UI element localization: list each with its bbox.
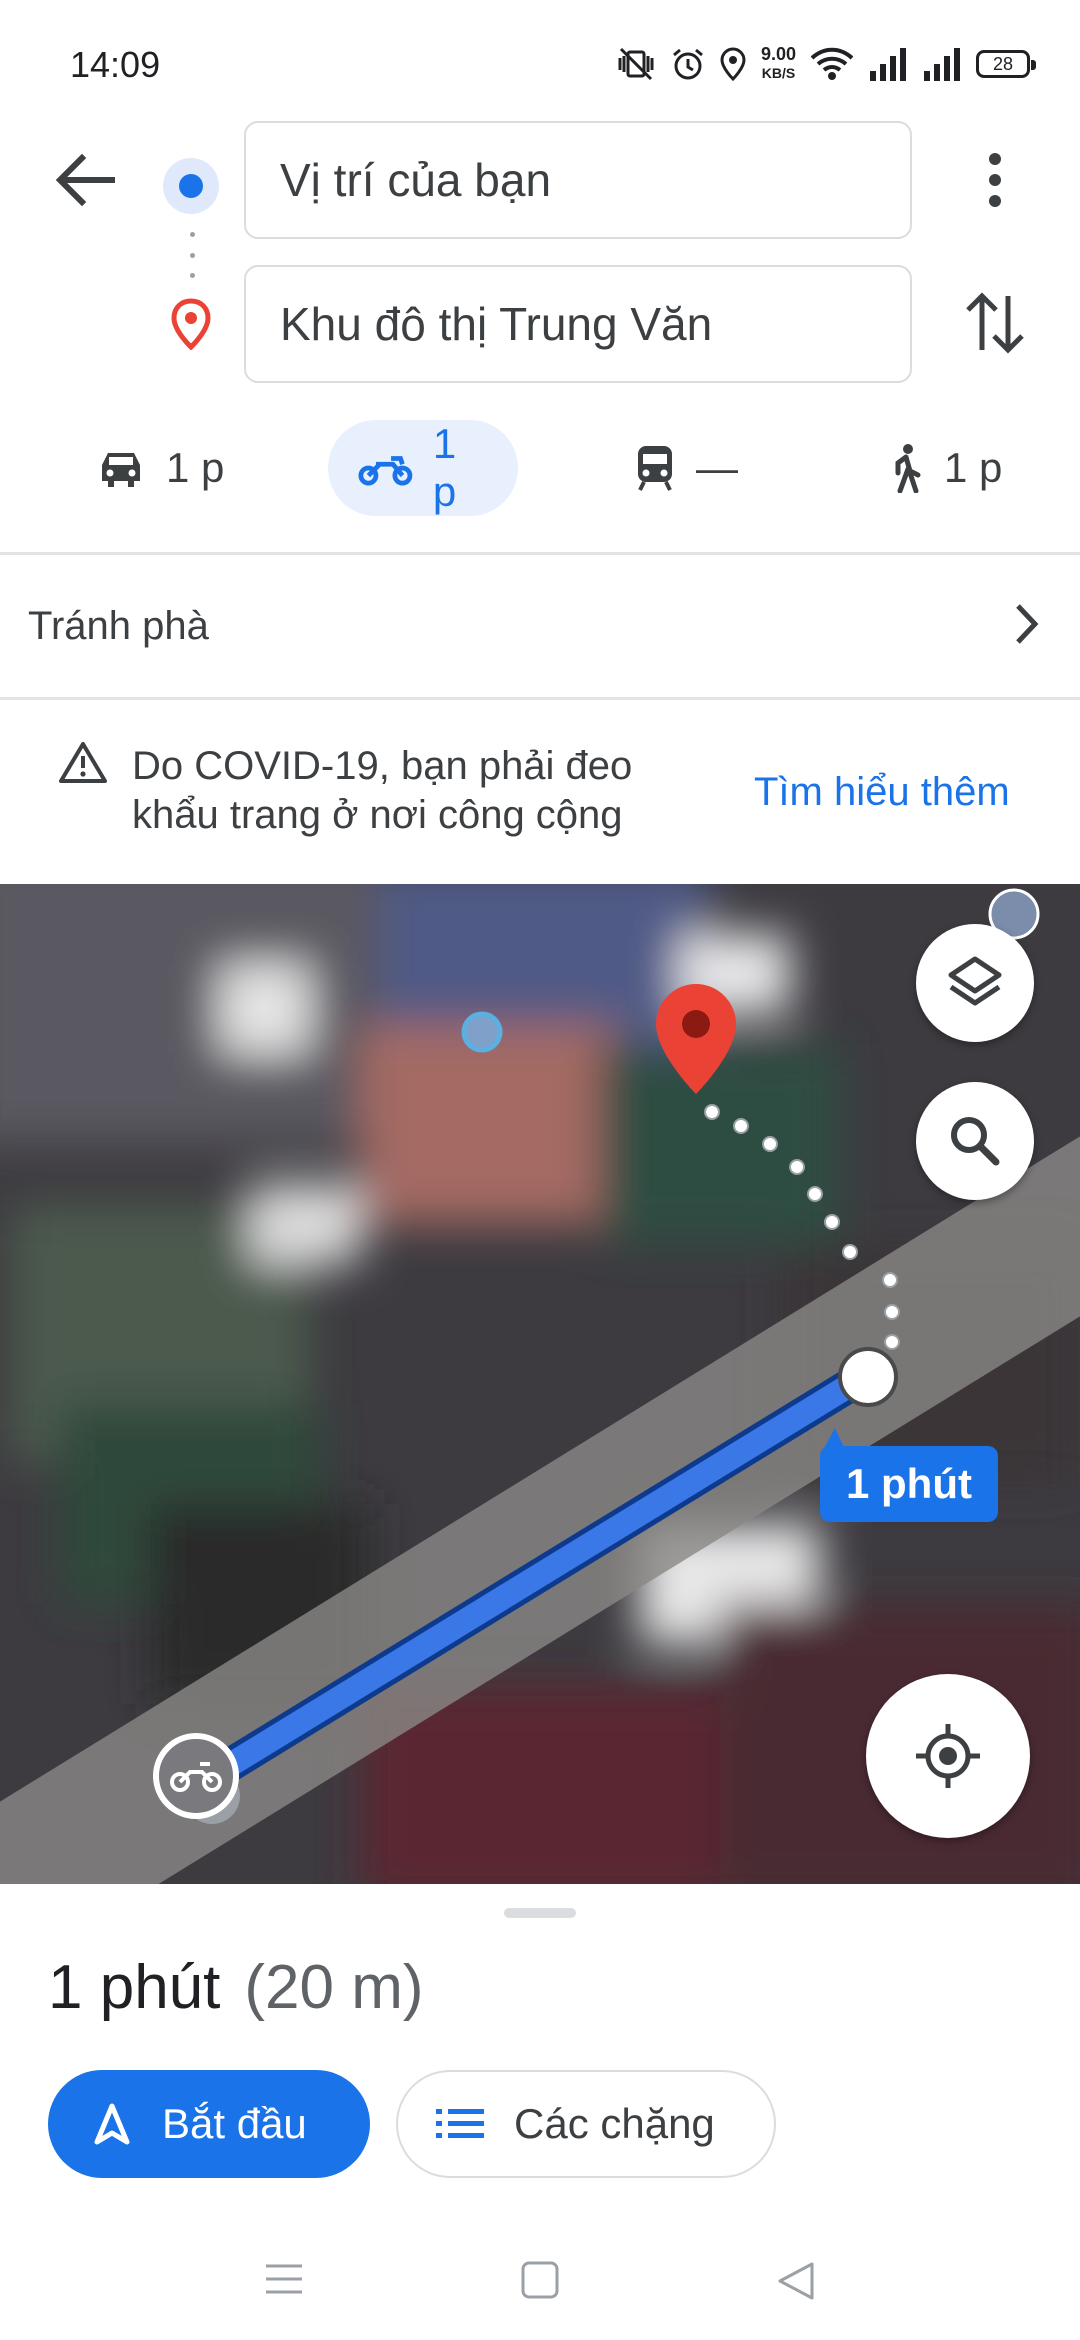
notice-text: Do COVID-19, bạn phải đeo khẩu trang ở n… [132, 744, 633, 837]
mode-transit-label: — [696, 444, 738, 491]
route-duration-badge: 1 phút [820, 1446, 998, 1522]
menu-nav-icon[interactable] [264, 2260, 304, 2298]
train-icon [638, 446, 672, 491]
mode-car-label: 1 p [166, 444, 225, 491]
battery-icon: 28 [976, 50, 1036, 78]
mode-tab-walk[interactable]: 1 p [888, 420, 1002, 516]
start-button[interactable]: Bắt đầu [48, 2070, 370, 2178]
status-icons: 9.00 KB/S 28 [615, 42, 1036, 86]
location-icon [720, 47, 746, 81]
status-bar: 14:09 9.00 KB/S 28 [0, 0, 1080, 110]
mode-motorcycle-label: 1 p [432, 420, 457, 515]
sheet-handle[interactable] [504, 1908, 576, 1918]
speed-unit: KB/S [761, 65, 796, 81]
signal-icon [870, 48, 906, 81]
search-icon [951, 1117, 1000, 1166]
avoid-ferries-label: Tránh phà [28, 603, 209, 648]
mode-tab-car[interactable]: 1 p [96, 420, 224, 516]
back-arrow-icon[interactable] [50, 150, 120, 210]
route-summary: 1 phút (20 m) [48, 1952, 424, 2023]
destination-pin-icon [171, 298, 211, 350]
network-speed: 9.00 KB/S [761, 45, 796, 83]
origin-dot-icon [163, 158, 219, 214]
mode-walk-label: 1 p [944, 444, 1003, 491]
status-time: 14:09 [70, 44, 161, 85]
motorcycle-icon [358, 456, 413, 486]
start-button-label: Bắt đầu [162, 2100, 307, 2147]
battery-level: 28 [992, 53, 1014, 74]
mode-tab-motorcycle[interactable]: 1 p [328, 420, 518, 516]
route-duration: 1 phút [48, 1953, 221, 2022]
covid-notice: Do COVID-19, bạn phải đeo khẩu trang ở n… [0, 698, 1080, 883]
directions-screen: 14:09 9.00 KB/S 28 Vị trí của bạn Khu đô… [0, 0, 1080, 2340]
list-icon [436, 2109, 484, 2138]
speed-value: 9.00 [760, 44, 796, 64]
alarm-icon [672, 48, 703, 80]
search-along-route-button[interactable] [916, 1082, 1034, 1200]
back-nav-icon[interactable] [776, 2260, 816, 2302]
layers-icon [948, 956, 1002, 1006]
navigation-arrow-icon [94, 2103, 130, 2145]
travel-modes: 1 p 1 p — 1 p [0, 420, 1080, 516]
system-navigation-bar [0, 2220, 1080, 2340]
more-options-icon[interactable] [980, 150, 1010, 210]
car-icon [102, 453, 140, 487]
destination-input[interactable]: Khu đô thị Trung Văn [244, 265, 912, 383]
chevron-right-icon [1016, 604, 1039, 644]
divider [0, 552, 1080, 555]
my-location-button[interactable] [866, 1674, 1030, 1838]
route-connector [189, 232, 195, 278]
home-nav-icon[interactable] [520, 2260, 560, 2300]
origin-input[interactable]: Vị trí của bạn [244, 121, 912, 239]
swap-icon[interactable] [960, 288, 1030, 358]
mode-tab-transit[interactable]: — [634, 420, 738, 516]
my-location-icon [916, 1724, 980, 1788]
steps-button-label: Các chặng [514, 2100, 715, 2147]
wifi-icon [810, 47, 854, 80]
steps-button[interactable]: Các chặng [396, 2070, 776, 2178]
layers-button[interactable] [916, 924, 1034, 1042]
warning-icon [59, 742, 107, 783]
learn-more-link[interactable]: Tìm hiểu thêm [754, 770, 1010, 815]
route-distance: (20 m) [244, 1953, 424, 2022]
signal-icon-2 [924, 48, 960, 81]
map-view[interactable]: 1 phút [0, 884, 1080, 1884]
walk-icon [895, 444, 921, 493]
vibrate-off-icon [618, 47, 654, 81]
avoid-ferries-row[interactable]: Tránh phà [0, 556, 1080, 696]
